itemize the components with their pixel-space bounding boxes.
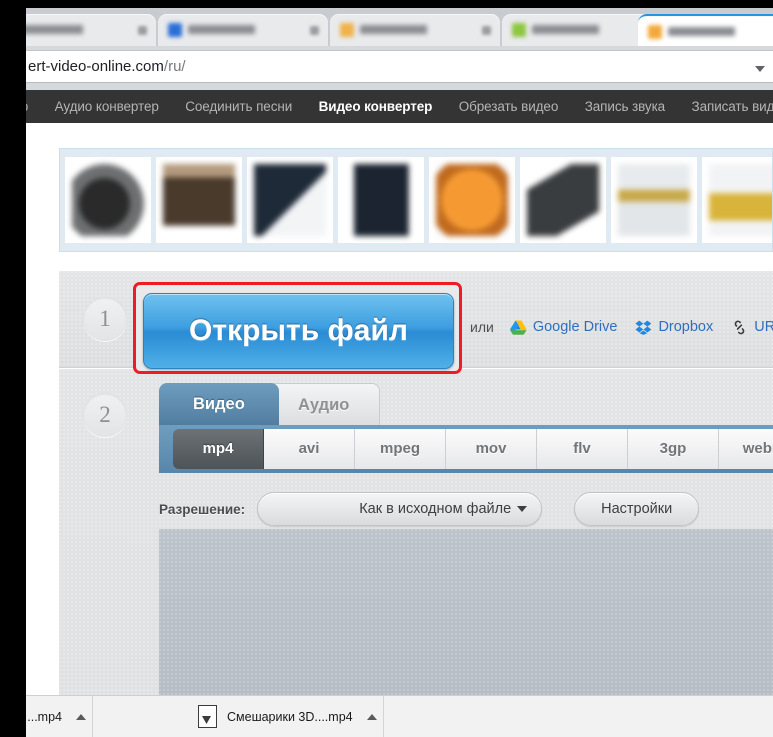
- open-file-button[interactable]: Открыть файл: [143, 293, 454, 369]
- download-item[interactable]: арики 3D....mp4: [26, 696, 93, 737]
- thumbnail-item[interactable]: [156, 157, 242, 243]
- resolution-dropdown[interactable]: Как в исходном файле: [257, 492, 543, 526]
- tab-title: [26, 25, 124, 34]
- google-drive-link[interactable]: Google Drive: [509, 319, 618, 335]
- google-drive-label: Google Drive: [532, 319, 618, 335]
- product-thumbnail-strip[interactable]: [59, 148, 773, 252]
- nav-item-trim-video[interactable]: Обрезать видео: [448, 90, 570, 123]
- browser-chrome: ert-video-online.com/ru/: [26, 8, 773, 90]
- resolution-row: Разрешение: Как в исходном файле Настрой…: [159, 489, 759, 529]
- browser-tab[interactable]: [26, 14, 156, 46]
- link-icon: [731, 320, 748, 335]
- nav-item-audio-converter[interactable]: Аудио конвертер: [44, 90, 170, 123]
- thumbnail-image: [162, 163, 236, 237]
- format-button-mp4[interactable]: mp4: [173, 429, 264, 469]
- tab-close-icon[interactable]: [482, 26, 491, 35]
- nav-item-video-converter[interactable]: Видео конвертер: [308, 90, 444, 123]
- caret-up-icon[interactable]: [76, 713, 86, 720]
- browser-tab-strip: [26, 8, 773, 46]
- tab-favicon-icon: [512, 23, 526, 37]
- thumbnail-image: [344, 163, 418, 237]
- dropbox-icon: [635, 320, 652, 335]
- format-button-mov[interactable]: mov: [446, 429, 537, 469]
- thumbnail-item[interactable]: [338, 157, 424, 243]
- url-link[interactable]: URL: [731, 319, 773, 335]
- browser-tab-active[interactable]: [638, 14, 773, 46]
- format-button-group: mp4 avi mpeg mov flv 3gp webm mkv Apple …: [173, 429, 773, 469]
- format-bar: mp4 avi mpeg mov flv 3gp webm mkv Apple …: [159, 425, 773, 473]
- thumbnail-image: [253, 163, 327, 237]
- download-file-name: Смешарики 3D....mp4: [227, 709, 353, 724]
- screenshot-frame: ert-video-online.com/ru/ er Pro Аудио ко…: [0, 0, 773, 737]
- page-content: 1 2 Видео Аудио mp4 avi mpeg mov flv 3gp…: [26, 123, 773, 695]
- thumbnail-image: [71, 163, 145, 237]
- browser-tab[interactable]: [158, 14, 328, 46]
- format-button-avi[interactable]: avi: [264, 429, 355, 469]
- tab-favicon-icon: [340, 23, 354, 37]
- browser-tab[interactable]: [330, 14, 500, 46]
- step-1-number: 1: [83, 297, 127, 341]
- format-button-webm[interactable]: webm: [719, 429, 773, 469]
- thumbnail-item[interactable]: [429, 157, 515, 243]
- download-file-icon: [198, 705, 217, 728]
- tab-title: [188, 25, 296, 34]
- download-item[interactable]: Смешарики 3D....mp4: [192, 696, 384, 737]
- nav-item-record-video[interactable]: Записать видео: [681, 90, 773, 123]
- thumbnail-item[interactable]: [611, 157, 697, 243]
- chevron-down-icon[interactable]: [755, 66, 765, 72]
- cloud-source-row: или Google Drive Dropbox UR: [470, 315, 773, 339]
- dropbox-link[interactable]: Dropbox: [635, 319, 713, 335]
- url-label: URL: [754, 319, 773, 335]
- site-navigation-bar: er Pro Аудио конвертер Соединить песни В…: [26, 90, 773, 123]
- omnibox: ert-video-online.com/ru/: [26, 46, 773, 90]
- thumbnail-image: [435, 163, 509, 237]
- step-2-content-area: [159, 529, 773, 695]
- nav-item-merge-songs[interactable]: Соединить песни: [174, 90, 303, 123]
- thumbnail-image: [708, 163, 772, 237]
- download-file-name: арики 3D....mp4: [26, 709, 62, 724]
- format-button-flv[interactable]: flv: [537, 429, 628, 469]
- format-button-3gp[interactable]: 3gp: [628, 429, 719, 469]
- thumbnail-item[interactable]: [65, 157, 151, 243]
- tab-favicon-icon: [648, 25, 662, 39]
- thumbnail-image: [526, 163, 600, 237]
- tab-audio[interactable]: Аудио: [267, 383, 381, 425]
- resolution-value: Как в исходном файле: [359, 501, 512, 517]
- tab-title: [668, 27, 773, 36]
- thumbnail-image: [617, 163, 691, 237]
- url-path: /ru/: [163, 58, 186, 75]
- download-bar: арики 3D....mp4 Смешарики 3D....mp4: [26, 695, 773, 737]
- step-2-panel: 2 Видео Аудио mp4 avi mpeg mov flv 3gp w…: [59, 369, 773, 695]
- resolution-label: Разрешение:: [159, 501, 246, 517]
- tab-favicon-icon: [168, 23, 182, 37]
- thumbnail-item[interactable]: [520, 157, 606, 243]
- dropbox-label: Dropbox: [658, 319, 714, 335]
- address-bar[interactable]: ert-video-online.com/ru/: [26, 50, 773, 83]
- thumbnail-item[interactable]: [702, 157, 772, 243]
- nav-item-record-audio[interactable]: Запись звука: [574, 90, 676, 123]
- site-nav-items: er Pro Аудио конвертер Соединить песни В…: [26, 90, 773, 123]
- nav-item-pro[interactable]: er Pro: [26, 90, 39, 123]
- settings-button[interactable]: Настройки: [574, 492, 700, 526]
- url-host: ert-video-online.com: [28, 58, 164, 75]
- url-text: ert-video-online.com/ru/: [28, 58, 186, 75]
- tab-title: [532, 25, 640, 34]
- tab-close-icon[interactable]: [138, 26, 147, 35]
- step-2-number: 2: [83, 393, 127, 437]
- thumbnail-item[interactable]: [247, 157, 333, 243]
- caret-down-icon: [517, 506, 528, 512]
- caret-up-icon[interactable]: [366, 713, 377, 720]
- highlight-annotation-box: Открыть файл: [133, 282, 462, 374]
- or-label: или: [470, 319, 494, 335]
- tab-close-icon[interactable]: [310, 26, 319, 35]
- tab-video[interactable]: Видео: [159, 383, 279, 425]
- format-button-mpeg[interactable]: mpeg: [355, 429, 446, 469]
- google-drive-icon: [509, 320, 527, 335]
- tab-title: [360, 25, 468, 34]
